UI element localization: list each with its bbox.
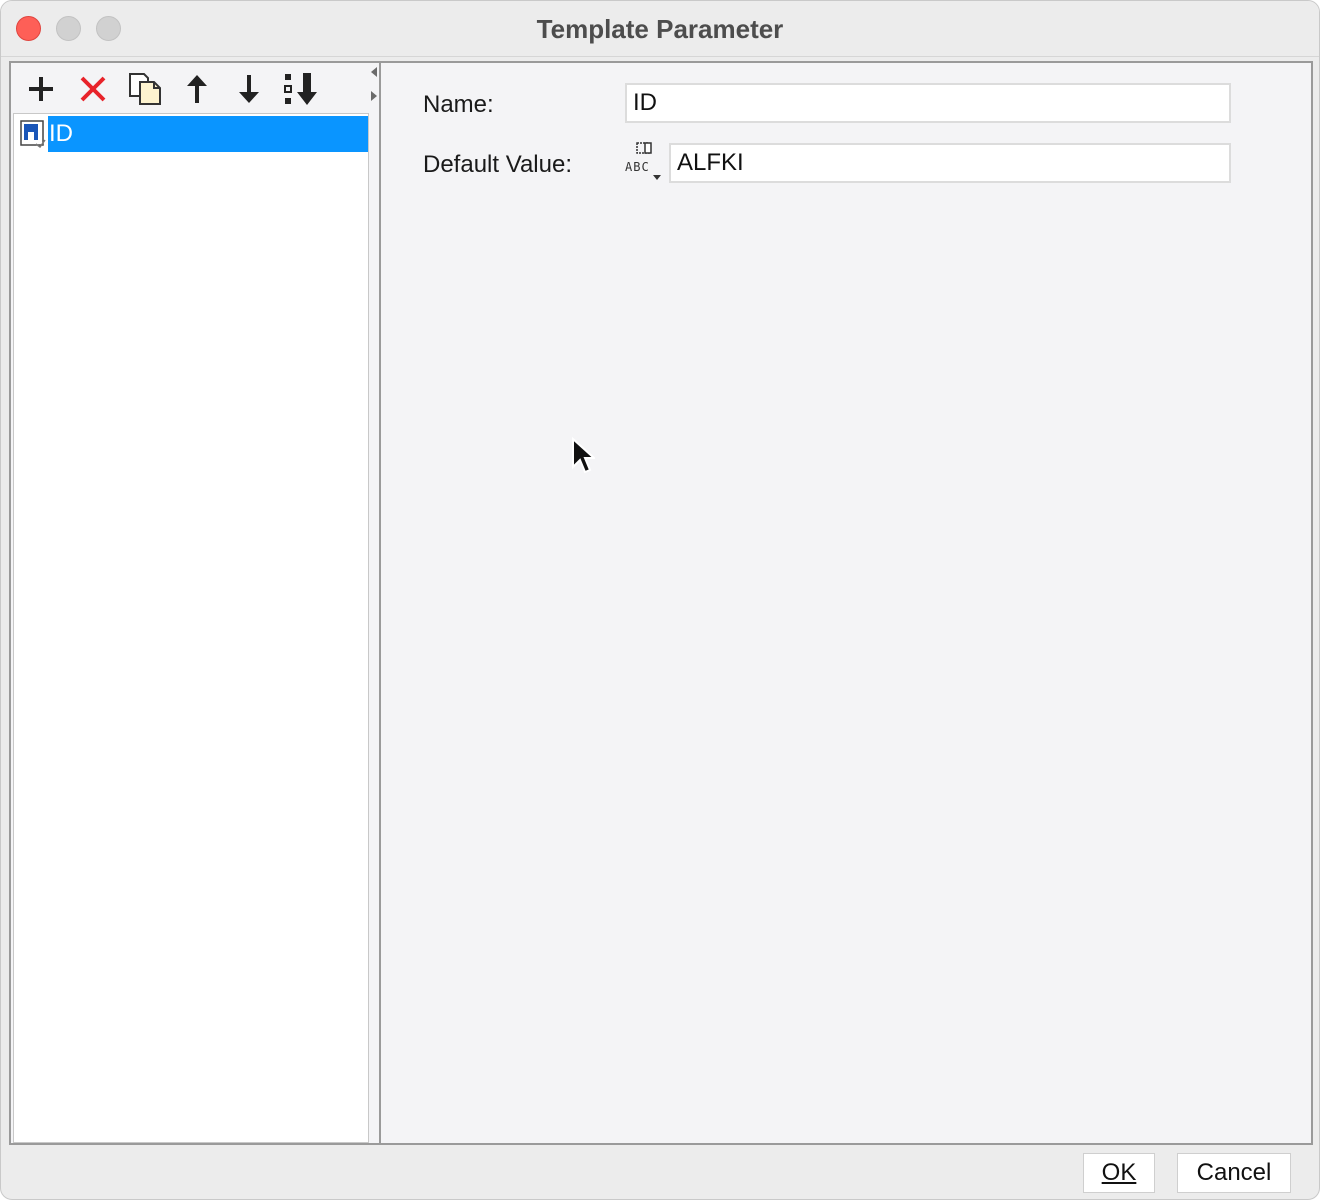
delete-parameter-button[interactable] — [73, 69, 113, 109]
move-down-button[interactable] — [229, 69, 269, 109]
mouse-cursor-icon — [572, 437, 595, 474]
copy-icon — [129, 73, 161, 105]
ok-button[interactable]: OK — [1083, 1153, 1155, 1193]
ok-button-label: OK — [1101, 1159, 1137, 1186]
delete-icon — [80, 76, 106, 102]
name-field[interactable]: ID — [625, 83, 1231, 123]
title-bar: Template Parameter — [1, 1, 1319, 57]
panel-splitter[interactable] — [369, 63, 381, 1143]
default-value-field[interactable]: ALFKI — [669, 143, 1231, 183]
cancel-button[interactable]: Cancel — [1177, 1153, 1291, 1193]
cancel-button-label: Cancel — [1196, 1159, 1272, 1186]
add-icon — [29, 77, 53, 101]
move-down-icon — [239, 75, 259, 103]
content-frame: ID Name: ID Default Value: ABC ALFKI — [9, 61, 1313, 1145]
sort-button[interactable] — [281, 69, 321, 109]
parameter-details-panel: Name: ID Default Value: ABC ALFKI — [383, 63, 1311, 1143]
collapse-left-icon[interactable] — [371, 67, 377, 77]
default-value-label: Default Value: — [423, 151, 572, 178]
tree-item[interactable]: ID — [18, 116, 368, 152]
copy-parameter-button[interactable] — [125, 69, 165, 109]
add-parameter-button[interactable] — [21, 69, 61, 109]
string-type-icon[interactable]: ABC — [623, 141, 663, 181]
parameter-icon — [20, 120, 46, 148]
svg-text:ABC: ABC — [625, 160, 650, 174]
name-label: Name: — [423, 91, 494, 118]
move-up-icon — [187, 75, 207, 103]
window-title: Template Parameter — [536, 14, 784, 44]
sort-icon — [284, 73, 317, 105]
dialog-window: Template Parameter ID Name: ID Default V… — [0, 0, 1320, 1200]
parameter-list-panel: ID — [11, 63, 369, 1143]
parameter-toolbar — [11, 63, 369, 113]
parameter-tree[interactable]: ID — [13, 113, 369, 1143]
move-up-button[interactable] — [177, 69, 217, 109]
expand-right-icon[interactable] — [371, 91, 377, 101]
tree-item-label[interactable]: ID — [48, 116, 368, 152]
